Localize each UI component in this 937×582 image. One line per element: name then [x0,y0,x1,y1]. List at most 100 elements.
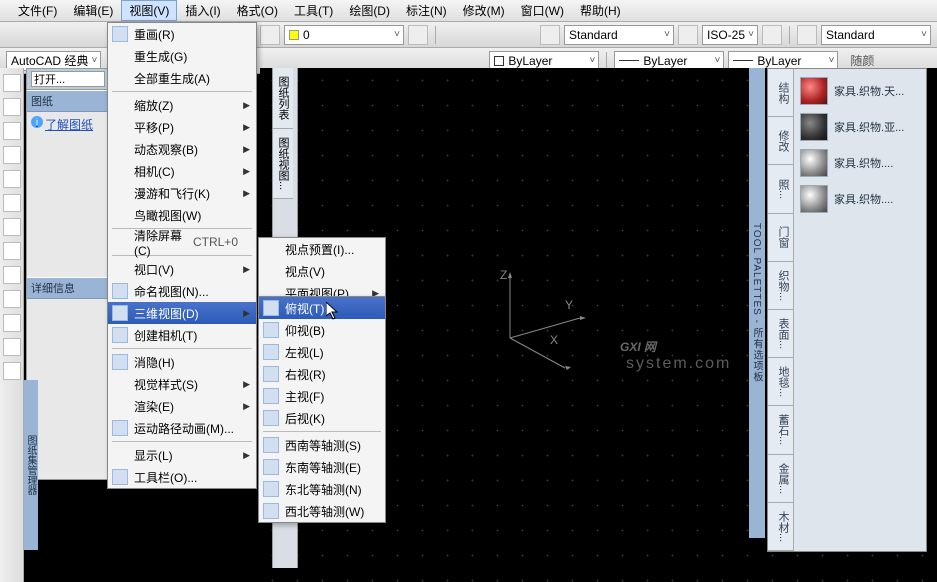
palette-tab[interactable]: 修改 [768,117,793,165]
line-icon[interactable] [3,74,21,92]
palette-tab[interactable]: 地毯... [768,358,793,406]
menu-walkfly[interactable]: 漫游和飞行(K) [108,182,256,204]
material-item[interactable]: 家具.织物.... [798,145,922,181]
menu-regen[interactable]: 重生成(G) [108,45,256,67]
redraw-icon [112,26,128,42]
tool-icon[interactable] [678,25,698,45]
menu-draw[interactable]: 绘图(D) [341,0,398,21]
menu-toolbars[interactable]: 工具栏(O)... [108,466,256,488]
menu-dimension[interactable]: 标注(N) [398,0,455,21]
block-icon[interactable] [3,266,21,284]
menu-camera[interactable]: 相机(C) [108,160,256,182]
point-icon[interactable] [3,290,21,308]
menu-format[interactable]: 格式(O) [229,0,286,21]
sheetset-open-input[interactable] [31,71,105,87]
palette-tab[interactable]: 门窗 [768,214,793,262]
menu-bottom-view[interactable]: 仰视(B) [259,319,385,341]
menu-se-iso[interactable]: 东南等轴测(E) [259,456,385,478]
menu-display[interactable]: 显示(L) [108,444,256,466]
menu-top-view[interactable]: 俯视(T) [259,297,385,319]
dimstyle-combo[interactable]: ISO-25 [702,25,758,45]
swiso-icon [263,437,279,453]
material-item[interactable]: 家具.织物.... [798,181,922,217]
menu-file[interactable]: 文件(F) [10,0,65,21]
menu-viewports[interactable]: 视口(V) [108,258,256,280]
menu-front-view[interactable]: 主视(F) [259,385,385,407]
palette-tab[interactable]: 蓄石... [768,406,793,454]
tool-icon[interactable] [540,25,560,45]
nwiso-icon [263,503,279,519]
hatch-icon[interactable] [3,218,21,236]
menu-pan[interactable]: 平移(P) [108,116,256,138]
menu-right-view[interactable]: 右视(R) [259,363,385,385]
menu-insert[interactable]: 插入(I) [177,0,228,21]
3dviews-submenu-views: 俯视(T) 仰视(B) 左视(L) 右视(R) 主视(F) 后视(K) 西南等轴… [258,296,386,523]
palette-tab[interactable]: 金属... [768,455,793,503]
sheetset-help-link[interactable]: i了解图纸 [27,112,109,137]
sheetset-manager: 图纸 i了解图纸 详细信息 [26,68,110,480]
menu-tools[interactable]: 工具(T) [286,0,341,21]
menu-nw-iso[interactable]: 西北等轴测(W) [259,500,385,522]
menu-visualstyles[interactable]: 视觉样式(S) [108,373,256,395]
palette-tab[interactable]: 结构 [768,69,793,117]
menu-help[interactable]: 帮助(H) [572,0,629,21]
material-swatch [800,149,828,177]
menu-left-view[interactable]: 左视(L) [259,341,385,363]
circle-icon[interactable] [3,122,21,140]
sheettab-list[interactable]: 图纸列表 [273,68,293,129]
palette-content: 家具.织物.天... 家具.织物.亚... 家具.织物.... 家具.织物...… [794,69,926,551]
tool-icon[interactable] [260,25,280,45]
menu-aerial[interactable]: 鸟瞰视图(W) [108,204,256,226]
tool-icon[interactable] [797,25,817,45]
namedview-icon [112,283,128,299]
menu-view[interactable]: 视图(V) [121,0,177,21]
material-item[interactable]: 家具.织物.天... [798,73,922,109]
arc-icon[interactable] [3,146,21,164]
tool-icon[interactable] [408,25,428,45]
menu-createcamera[interactable]: 创建相机(T) [108,324,256,346]
menu-motionpath[interactable]: 运动路径动画(M)... [108,417,256,439]
ellipse-icon[interactable] [3,194,21,212]
sheetset-strip[interactable]: 图纸集管理器 [24,380,38,550]
misc-icon[interactable] [3,362,21,380]
menu-render[interactable]: 渲染(E) [108,395,256,417]
menu-hide[interactable]: 消隐(H) [108,351,256,373]
extra-label: 随颜 [850,52,874,69]
menu-window[interactable]: 窗口(W) [513,0,572,21]
palette-tab[interactable]: 照... [768,165,793,213]
tablestyle-combo[interactable]: Standard [821,25,931,45]
menu-regenall[interactable]: 全部重生成(A) [108,67,256,89]
layer-combo[interactable]: 0 [284,25,404,45]
palette-tab[interactable]: 织物... [768,262,793,310]
menu-sw-iso[interactable]: 西南等轴测(S) [259,434,385,456]
menu-zoom[interactable]: 缩放(Z) [108,94,256,116]
menu-cleanscreen[interactable]: 清除屏幕(C)CTRL+0 [108,231,256,253]
palette-tab[interactable]: 木材... [768,503,793,551]
sheetset-section-details[interactable]: 详细信息 [27,277,109,299]
rectangle-icon[interactable] [3,170,21,188]
material-label: 家具.织物.天... [834,83,904,99]
sheetset-section-sheets[interactable]: 图纸 [27,90,109,112]
text-icon[interactable] [3,242,21,260]
material-swatch [800,185,828,213]
menu-viewpoint[interactable]: 视点(V) [259,260,385,282]
menu-back-view[interactable]: 后视(K) [259,407,385,429]
region-icon[interactable] [3,314,21,332]
menu-viewpoint-preset[interactable]: 视点预置(I)... [259,238,385,260]
menu-orbit[interactable]: 动态观察(B) [108,138,256,160]
menu-3dviews[interactable]: 三维视图(D) [108,302,256,324]
toolpalette-title-strip[interactable]: TOOL PALETTES - 所有选项板 [749,68,765,538]
menu-edit[interactable]: 编辑(E) [65,0,121,21]
sheettab-views[interactable]: 图纸视图... [273,129,293,199]
palette-tab[interactable]: 表面... [768,310,793,358]
menu-ne-iso[interactable]: 东北等轴测(N) [259,478,385,500]
textstyle-combo[interactable]: Standard [564,25,674,45]
material-item[interactable]: 家具.织物.亚... [798,109,922,145]
polyline-icon[interactable] [3,98,21,116]
menu-redraw[interactable]: 重画(R) [108,23,256,45]
menu-namedviews[interactable]: 命名视图(N)... [108,280,256,302]
tool-icon[interactable] [762,25,782,45]
menu-modify[interactable]: 修改(M) [455,0,513,21]
material-label: 家具.织物.亚... [834,119,904,135]
table-icon[interactable] [3,338,21,356]
